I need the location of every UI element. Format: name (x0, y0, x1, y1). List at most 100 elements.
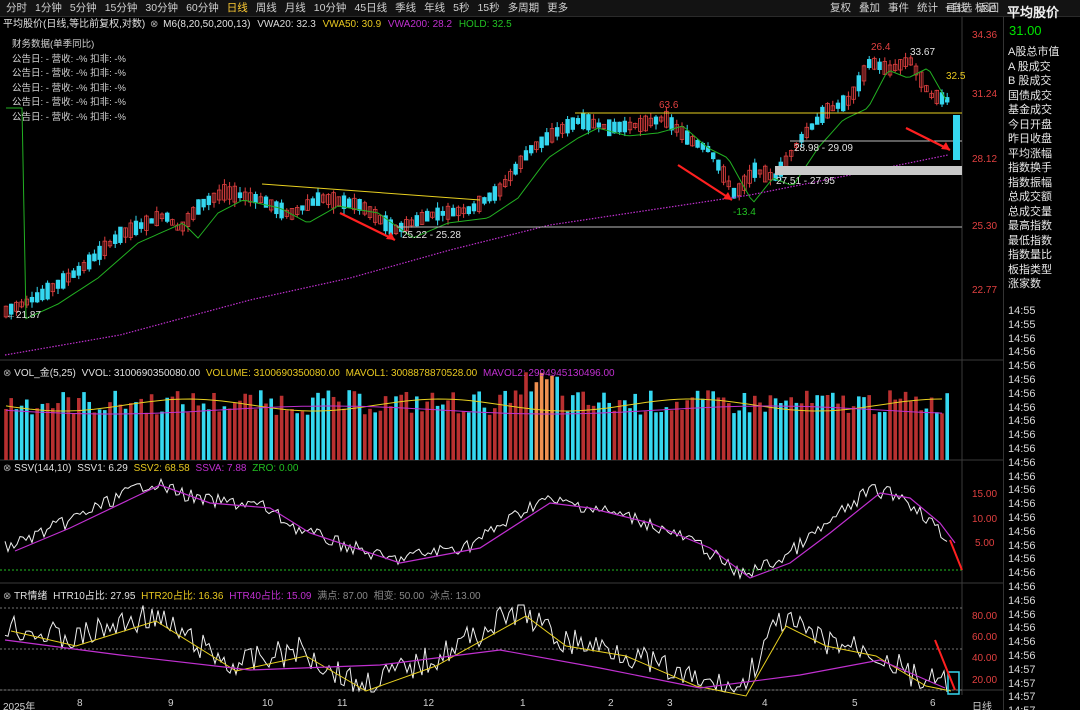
timeframe-tab[interactable]: 5秒 (449, 0, 473, 17)
volume-bar (409, 412, 414, 460)
volume-bar (191, 393, 195, 460)
timeframe-tab[interactable]: 年线 (420, 0, 449, 17)
ssv2-value: SSV2: 68.58 (133, 463, 190, 474)
chart-canvas[interactable] (0, 0, 1003, 710)
timeframe-tab[interactable]: 日线 (223, 0, 252, 17)
volume-bar (103, 410, 107, 460)
tool-menu-item[interactable]: 复权 (826, 0, 855, 17)
tool-menu-item[interactable]: 统计 (913, 0, 942, 17)
stock-title: 平均股价 (1007, 5, 1060, 20)
low-annotation: -13.4 (733, 207, 756, 218)
ssva-value: SSVA: 7.88 (195, 463, 247, 474)
volume-bar (51, 408, 55, 460)
timeframe-tab[interactable]: 15秒 (473, 0, 503, 17)
candle-body (424, 210, 430, 222)
timeframe-tab[interactable]: 分时 (2, 0, 31, 17)
candle-body (513, 163, 518, 175)
timeframe-tab[interactable]: 1分钟 (31, 0, 66, 17)
volume-value: VOLUME: 3100690350080.00 (205, 368, 340, 379)
volume-bar (836, 403, 840, 460)
candle-body (253, 194, 258, 204)
volume-bar (654, 412, 658, 460)
candle-body (466, 206, 471, 215)
low-annotation: ←21.87 (6, 310, 42, 321)
volume-bar (851, 406, 856, 460)
tr-axis-label: 60.00 (972, 632, 998, 643)
candle-body (149, 218, 154, 224)
volume-bar (227, 408, 232, 460)
candle-body (71, 270, 76, 278)
volume-bar (685, 400, 689, 460)
close-icon[interactable]: ⊗ (3, 463, 11, 474)
timeframe-tab[interactable]: 5分钟 (66, 0, 101, 17)
ssv-title[interactable]: SSV(144,10) (14, 463, 71, 474)
volume-bar (519, 394, 523, 460)
volume-bar (467, 412, 471, 460)
tick-time: 14:56 (1008, 332, 1036, 345)
volume-bar (571, 395, 575, 460)
volume-bar (872, 414, 877, 460)
sidebar-quote-item[interactable]: 涨家数 (1008, 275, 1041, 291)
volume-bar (945, 393, 949, 460)
tick-time: 14:56 (1008, 346, 1036, 359)
tr-title[interactable]: TR情绪 (14, 591, 47, 602)
volume-bar (347, 390, 351, 460)
volume-bar (394, 396, 398, 460)
volume-bar (929, 397, 934, 460)
volume-bar (820, 395, 825, 460)
volume-bar (825, 395, 830, 460)
timeframe-tab[interactable]: 更多 (543, 0, 572, 17)
price-axis-label: 22.77 (972, 285, 998, 296)
mavol2-value: MAVOL2: 2994945130496.00 (483, 368, 615, 379)
timeframe-tab[interactable]: 月线 (281, 0, 310, 17)
candle-body (300, 205, 305, 211)
volume-bar (482, 407, 487, 460)
volume-bar (212, 392, 216, 460)
ssv1-line (4, 477, 948, 580)
tick-time: 14:55 (1008, 305, 1036, 317)
volume-bar (940, 413, 944, 460)
timeframe-tab[interactable]: 10分钟 (310, 0, 351, 17)
volume-bar (342, 408, 346, 460)
candle-body (35, 292, 40, 303)
trend-line (261, 183, 481, 201)
tool-menu-item[interactable]: 叠加 (855, 0, 884, 17)
volume-bar (222, 406, 227, 460)
volume-bar (706, 390, 710, 460)
volume-bar (290, 409, 294, 460)
close-icon[interactable]: ⊗ (150, 19, 158, 30)
volume-bar (134, 402, 138, 460)
volume-bar (638, 414, 643, 460)
close-icon[interactable]: ⊗ (3, 368, 11, 379)
indicator-name[interactable]: M6(8,20,50,200,13) (163, 19, 250, 30)
volume-bar (441, 404, 445, 460)
ma-line (6, 68, 947, 320)
volume-bar (451, 392, 455, 460)
tick-time: 14:56 (1008, 429, 1036, 442)
volume-bar (664, 407, 669, 460)
back-button[interactable]: 返回 (978, 0, 999, 17)
timeframe-tab[interactable]: 季线 (391, 0, 420, 17)
volume-bar (201, 403, 206, 460)
period-label[interactable]: 日线 (972, 698, 992, 710)
timeframe-tab[interactable]: 周线 (252, 0, 281, 17)
close-icon[interactable]: ⊗ (3, 591, 11, 602)
vol-title[interactable]: VOL_金(5,25) (14, 368, 76, 379)
add-favorite-button[interactable]: +自选 (945, 0, 972, 17)
timeframe-tab[interactable]: 60分钟 (182, 0, 223, 17)
timeframe-tab[interactable]: 45日线 (350, 0, 391, 17)
tr-axis-label: 20.00 (972, 675, 998, 686)
ssv-axis-label: 15.00 (972, 489, 998, 500)
candle-body (612, 121, 617, 134)
volume-bar (737, 410, 741, 460)
candle-body (237, 192, 243, 199)
timeframe-tab[interactable]: 多周期 (504, 0, 544, 17)
tool-menu-item[interactable]: 事件 (884, 0, 913, 17)
timeframe-tab[interactable]: 15分钟 (101, 0, 142, 17)
candle-body (555, 127, 560, 137)
volume-bar (617, 400, 622, 460)
volume-bar (591, 405, 596, 460)
timeframe-tab[interactable]: 30分钟 (141, 0, 182, 17)
volume-bar (207, 409, 211, 460)
main-panel-header: 平均股价(日线,等比前复权,对数) ⊗ M6(8,20,50,200,13) V… (3, 18, 512, 31)
